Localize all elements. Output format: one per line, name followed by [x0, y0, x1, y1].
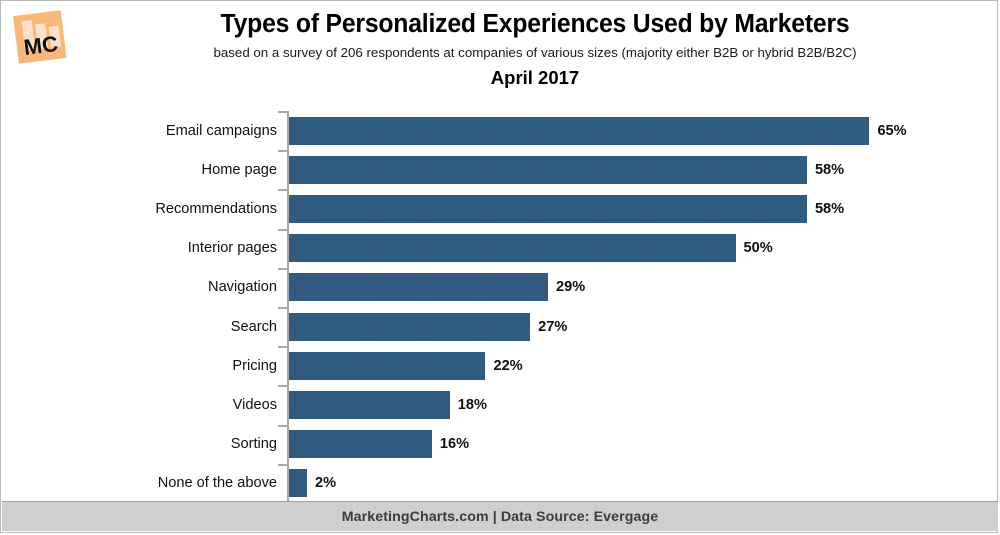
footer-attribution: MarketingCharts.com | Data Source: Everg… [341, 508, 659, 525]
chart-card: MC Types of Personalized Experiences Use… [0, 0, 998, 533]
bar-value-label: 50% [743, 240, 773, 257]
bar-row: Interior pages 50% [1, 229, 999, 268]
bar [289, 390, 450, 419]
bar-value-label: 16% [439, 436, 470, 453]
bar-value-label: 65% [877, 122, 907, 139]
category-label: Videos [232, 396, 277, 413]
axis-tick [278, 424, 287, 427]
bar [289, 351, 486, 380]
category-label: Search [230, 318, 277, 335]
category-label: Home page [201, 161, 277, 178]
bar-value-label: 22% [493, 357, 523, 374]
axis-tick [278, 385, 287, 388]
bar [289, 116, 870, 145]
chart-footer: MarketingCharts.com | Data Source: Everg… [2, 501, 998, 531]
bar-value-label: 18% [457, 396, 487, 413]
logo-text: MC [22, 31, 59, 60]
chart-title: Types of Personalized Experiences Used b… [220, 10, 850, 38]
bar-row: Pricing 22% [1, 346, 999, 385]
logo-svg: MC [13, 10, 67, 64]
category-label: Pricing [232, 357, 277, 374]
category-label: Recommendations [155, 200, 277, 217]
axis-tick [278, 307, 287, 309]
bar-value-label: 2% [315, 475, 337, 492]
bar [289, 234, 736, 263]
axis-tick [278, 111, 287, 113]
axis-tick [278, 346, 287, 349]
bar-value-label: 58% [814, 200, 845, 217]
bar-row: Home page 58% [1, 150, 999, 189]
chart-period: April 2017 [490, 67, 580, 88]
category-label: Sorting [230, 436, 277, 453]
bar-row: Recommendations 58% [1, 189, 999, 228]
axis-tick [278, 228, 287, 231]
category-label: Navigation [208, 279, 277, 296]
bar-value-label: 27% [538, 318, 568, 335]
category-label: Interior pages [187, 240, 277, 257]
bar [289, 273, 548, 302]
category-label: None of the above [157, 475, 277, 492]
marketingcharts-logo: MC [7, 8, 73, 70]
bar [289, 312, 531, 341]
chart-plot-area: Email campaigns 65% Home page 58% Recommenda… [1, 109, 999, 505]
axis-tick [278, 150, 287, 153]
chart-subtitle: based on a survey of 206 respondents at … [213, 45, 857, 60]
bar [289, 469, 307, 498]
bar-row: Navigation 29% [1, 268, 999, 307]
bar [289, 155, 807, 184]
bar [289, 194, 807, 223]
bar-row: Email campaigns 65% [1, 111, 999, 150]
bar-row: None of the above 2% [1, 464, 999, 503]
axis-tick [278, 267, 287, 270]
bar-value-label: 29% [555, 279, 586, 296]
bar-row: Sorting 16% [1, 425, 999, 464]
axis-tick [278, 463, 287, 466]
category-label: Email campaigns [165, 122, 277, 139]
bar-value-label: 58% [814, 161, 845, 178]
bar-row: Videos 18% [1, 385, 999, 424]
bar [289, 430, 432, 459]
bar-row: Search 27% [1, 307, 999, 346]
axis-tick [278, 189, 287, 192]
chart-header: Types of Personalized Experiences Used b… [79, 9, 991, 89]
